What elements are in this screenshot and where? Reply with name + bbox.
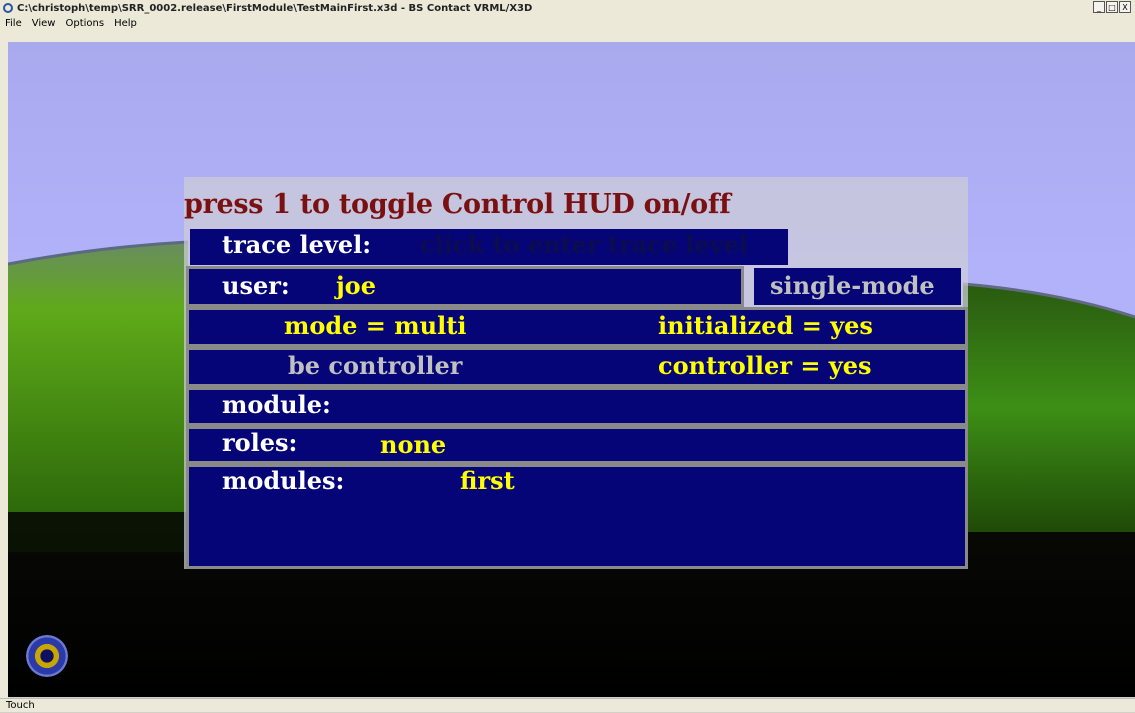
module-label: module: [222, 390, 331, 419]
minimize-button[interactable]: _ [1093, 1, 1105, 13]
3d-viewport[interactable]: press 1 to toggle Control HUD on/off tra… [8, 42, 1135, 697]
menu-bar: File View Options Help [0, 16, 1135, 31]
title-bar: C:\christoph\temp\SRR_0002.release\First… [0, 0, 1135, 17]
menu-options[interactable]: Options [60, 18, 109, 29]
maximize-button[interactable]: □ [1106, 1, 1118, 13]
window-frame-top [8, 31, 1135, 42]
navigation-orb-icon[interactable] [26, 635, 68, 677]
menu-file[interactable]: File [0, 18, 27, 29]
be-controller-button[interactable]: be controller [288, 354, 462, 378]
roles-row [186, 426, 968, 464]
control-hud: press 1 to toggle Control HUD on/off tra… [184, 177, 968, 569]
roles-label: roles: [222, 428, 298, 457]
window-frame-left [0, 31, 8, 698]
modules-label: modules: [222, 466, 345, 495]
roles-value: none [380, 430, 447, 459]
hud-title: press 1 to toggle Control HUD on/off [184, 189, 731, 220]
user-label: user: [222, 271, 290, 300]
close-button[interactable]: X [1119, 1, 1131, 13]
status-text: Touch [6, 700, 35, 711]
user-value: joe [336, 271, 376, 300]
initialized-status: initialized = yes [658, 311, 873, 340]
mode-status: mode = multi [284, 311, 467, 340]
single-mode-button[interactable]: single-mode [770, 274, 935, 298]
trace-level-input[interactable]: click to enter trace level [420, 233, 748, 257]
window-title: C:\christoph\temp\SRR_0002.release\First… [17, 2, 533, 14]
menu-view[interactable]: View [27, 18, 61, 29]
trace-level-label: trace level: [222, 230, 372, 259]
module-list-item-first[interactable]: first [460, 469, 515, 493]
status-bar: Touch [0, 698, 1135, 712]
menu-help[interactable]: Help [109, 18, 142, 29]
controller-status: controller = yes [658, 351, 872, 380]
app-icon [3, 3, 13, 13]
